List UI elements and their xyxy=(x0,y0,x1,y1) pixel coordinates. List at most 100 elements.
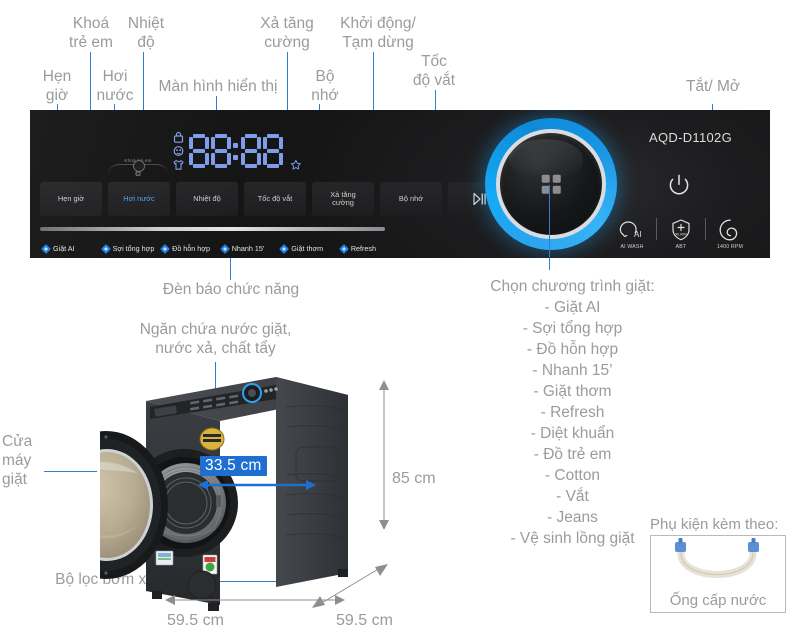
callout-khoi-dong-tam-dung: Khởi động/ Tạm dừng xyxy=(340,15,416,51)
callout-nhiet-do: Nhiệt độ xyxy=(127,15,165,51)
callout-den-bao-chuc-nang: Đèn báo chức năng xyxy=(162,281,300,298)
child-lock-arc xyxy=(108,160,168,176)
button-xa-tang-cuong[interactable]: Xả tăng cường xyxy=(312,182,374,216)
button-hoi-nuoc[interactable]: Hơi nước xyxy=(108,182,170,216)
indicator-label: Nhanh 15' xyxy=(231,244,265,253)
function-indicator-grid: Giặt AI Sợi tổng hợp Đồ hỗn hợp Nhanh 15… xyxy=(42,244,404,258)
program-item: - Cotton xyxy=(544,467,601,484)
accessory-title: Phụ kiện kèm theo: xyxy=(650,516,779,533)
callout-hen-gio: Hẹn giờ xyxy=(42,68,72,104)
accessory-box: Ống cấp nước xyxy=(650,535,786,613)
model-number: AQD-D1102G xyxy=(649,130,732,145)
digit-3 xyxy=(241,134,262,168)
callout-cua-may-giat: Cửa máy giặt xyxy=(2,433,33,488)
child-lock-indicator: Khoá trẻ em xyxy=(102,158,174,176)
feature-spin-speed: 1400 RPM xyxy=(708,218,752,250)
diamond-icon xyxy=(340,245,348,253)
diamond-icon xyxy=(221,245,229,253)
display-screen xyxy=(172,128,302,174)
callout-bo-nho: Bộ nhớ xyxy=(311,68,339,104)
feature-ai-wash: AI AI WASH xyxy=(610,220,654,250)
panel-button-row: Hẹn giờ Hơi nước Nhiệt độ Tốc độ vắt Xả … xyxy=(40,182,510,216)
indicator-label: Sợi tổng hợp xyxy=(112,244,155,253)
power-icon xyxy=(669,174,689,195)
leader-line-den-bao xyxy=(230,258,231,280)
indicator-giat-ai: Giặt AI xyxy=(42,244,102,253)
diamond-icon xyxy=(161,245,169,253)
indicator-refresh: Refresh xyxy=(340,244,404,253)
drum-diameter-badge: 33.5 cm xyxy=(200,456,267,476)
knob-face xyxy=(500,133,602,235)
panel-divider-bar xyxy=(40,227,385,231)
callout-man-hinh-hien-thi: Màn hình hiển thị xyxy=(158,78,278,95)
callout-hoi-nuoc: Hơi nước xyxy=(96,68,134,104)
digit-2 xyxy=(211,134,232,168)
drum-diameter-arrow xyxy=(198,480,316,490)
depth-dimension-arrow xyxy=(312,564,388,608)
button-toc-do-vat[interactable]: Tốc độ vắt xyxy=(244,182,306,216)
program-item: - Vắt xyxy=(556,488,589,505)
power-button[interactable] xyxy=(666,172,692,198)
feature-icon-row: AI AI WASH 99.99% ABT 1400 RPM xyxy=(610,218,752,250)
callout-tat-mo: Tắt/ Mở xyxy=(685,78,741,95)
program-item: - Nhanh 15’ xyxy=(532,362,613,379)
callout-ngan-chua: Ngăn chứa nước giặt, nước xả, chất tẩy xyxy=(139,321,292,357)
depth-dimension-label: 59.5 cm xyxy=(336,612,393,629)
indicator-soi-tong-hop: Sợi tổng hợp xyxy=(102,244,162,253)
leader-line-chon-chuong-trinh xyxy=(549,185,550,270)
child-face-icon xyxy=(173,146,184,156)
program-list: Chọn chương trình giặt: - Giặt AI - Sợi … xyxy=(460,276,685,549)
digit-1 xyxy=(189,134,210,168)
indicator-label: Giặt thơm xyxy=(291,244,324,253)
height-dimension-arrow xyxy=(379,380,389,530)
feature-label: AI WASH xyxy=(620,244,644,250)
seven-segment-digits xyxy=(188,134,284,168)
feature-separator xyxy=(656,218,657,240)
program-item: - Đồ hỗn hợp xyxy=(526,341,619,358)
program-item: - Refresh xyxy=(540,404,605,421)
program-list-heading: Chọn chương trình giặt: xyxy=(490,278,655,295)
diamond-icon xyxy=(102,245,110,253)
button-bo-nho[interactable]: Bộ nhớ xyxy=(380,182,442,216)
leader-line-cua-may-giat xyxy=(44,471,97,472)
indicator-nhanh-15: Nhanh 15' xyxy=(221,244,281,253)
accessory-label: Ống cấp nước xyxy=(669,592,767,609)
program-item: - Đồ trẻ em xyxy=(533,446,612,463)
accessory-section: Phụ kiện kèm theo: Ống cấp nước xyxy=(650,516,790,613)
button-hen-gio[interactable]: Hẹn giờ xyxy=(40,182,102,216)
button-nhiet-do[interactable]: Nhiệt độ xyxy=(176,182,238,216)
feature-label: 1400 RPM xyxy=(716,244,744,250)
control-panel: Khoá trẻ em Hẹn giờ Hơi nước Nhiệt độ Tố… xyxy=(30,110,770,258)
small-lock-icon xyxy=(135,170,141,176)
program-item: - Giặt thơm xyxy=(533,383,612,400)
width-dimension-label: 59.5 cm xyxy=(167,612,224,629)
digit-4 xyxy=(263,134,284,168)
product-annotation-diagram: Hẹn giờ Khoá trẻ em Hơi nước Nhiệt độ Mà… xyxy=(0,0,800,636)
knob-grid-icon xyxy=(541,174,561,194)
water-inlet-hose-icon xyxy=(675,538,759,578)
height-dimension-label: 85 cm xyxy=(392,470,436,487)
lock-icon xyxy=(173,131,184,143)
diamond-icon xyxy=(280,245,288,253)
program-item: - Sợi tổng hợp xyxy=(522,320,623,337)
feature-abt: 99.99% ABT xyxy=(659,218,703,250)
feature-separator xyxy=(705,218,706,240)
indicator-giat-thom: Giặt thơm xyxy=(280,244,340,253)
program-item: - Diệt khuẩn xyxy=(530,425,615,442)
digit-colon xyxy=(232,134,240,168)
program-selector-knob[interactable] xyxy=(485,118,617,250)
callout-toc-do-vat: Tốc độ vắt xyxy=(412,53,456,89)
indicator-do-hon-hop: Đồ hỗn hợp xyxy=(161,244,221,253)
indicator-label: Giặt AI xyxy=(53,244,75,253)
door-latch xyxy=(216,495,221,507)
abt-shield-icon: 99.99% xyxy=(672,219,690,241)
ai-wash-icon: AI xyxy=(619,221,642,239)
feature-label: ABT xyxy=(675,244,687,250)
callout-xa-tang-cuong: Xả tăng cường xyxy=(260,15,314,51)
callout-khoa-tre-em: Khoá trẻ em xyxy=(69,15,113,51)
program-item: - Giặt AI xyxy=(544,299,601,316)
diamond-icon xyxy=(42,245,50,253)
star-icon xyxy=(291,159,302,170)
indicator-label: Đồ hỗn hợp xyxy=(172,244,211,253)
machine-foot xyxy=(152,591,162,599)
